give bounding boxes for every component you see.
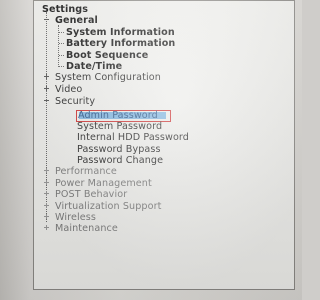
bios-settings-panel: Settings General System Information Batt… bbox=[33, 0, 295, 290]
tree-item-virtualization-support[interactable]: Virtualization Support bbox=[55, 201, 161, 212]
settings-tree: Settings General System Information Batt… bbox=[33, 0, 295, 290]
tree-item-admin-password[interactable]: Admin Password bbox=[78, 110, 158, 121]
tree-item-boot-sequence[interactable]: Boot Sequence bbox=[66, 50, 148, 61]
photo-background: Settings General System Information Batt… bbox=[0, 0, 302, 300]
tree-connector bbox=[59, 32, 64, 33]
tree-connector bbox=[59, 66, 64, 67]
expand-performance-icon[interactable] bbox=[44, 168, 49, 173]
expand-virtualization-support-icon[interactable] bbox=[44, 203, 49, 208]
tree-item-wireless[interactable]: Wireless bbox=[55, 212, 96, 223]
expand-post-behavior-icon[interactable] bbox=[44, 191, 49, 196]
tree-item-post-behavior[interactable]: POST Behavior bbox=[55, 189, 127, 200]
settings-title: Settings bbox=[42, 4, 89, 15]
tree-item-password-change[interactable]: Password Change bbox=[77, 155, 163, 166]
tree-item-security[interactable]: Security bbox=[55, 96, 95, 107]
tree-item-system-configuration[interactable]: System Configuration bbox=[55, 72, 161, 83]
expand-video-icon[interactable] bbox=[44, 86, 49, 91]
expand-wireless-icon[interactable] bbox=[44, 214, 49, 219]
tree-item-date-time[interactable]: Date/Time bbox=[66, 61, 122, 72]
collapse-security-icon[interactable] bbox=[44, 98, 49, 103]
tree-connector bbox=[59, 55, 64, 56]
collapse-general-icon[interactable] bbox=[44, 17, 49, 22]
tree-item-performance[interactable]: Performance bbox=[55, 166, 117, 177]
tree-item-system-password[interactable]: System Password bbox=[77, 121, 162, 132]
tree-item-system-information[interactable]: System Information bbox=[66, 27, 175, 38]
tree-item-general[interactable]: General bbox=[55, 15, 98, 26]
expand-maintenance-icon[interactable] bbox=[44, 225, 49, 230]
expand-system-configuration-icon[interactable] bbox=[44, 74, 49, 79]
expand-power-management-icon[interactable] bbox=[44, 180, 49, 185]
tree-item-battery-information[interactable]: Battery Information bbox=[66, 38, 175, 49]
tree-item-internal-hdd-password[interactable]: Internal HDD Password bbox=[77, 132, 189, 143]
tree-item-power-management[interactable]: Power Management bbox=[55, 178, 152, 189]
tree-item-maintenance[interactable]: Maintenance bbox=[55, 223, 118, 234]
tree-connector bbox=[59, 43, 64, 44]
tree-item-password-bypass[interactable]: Password Bypass bbox=[77, 144, 161, 155]
tree-item-video[interactable]: Video bbox=[55, 84, 82, 95]
